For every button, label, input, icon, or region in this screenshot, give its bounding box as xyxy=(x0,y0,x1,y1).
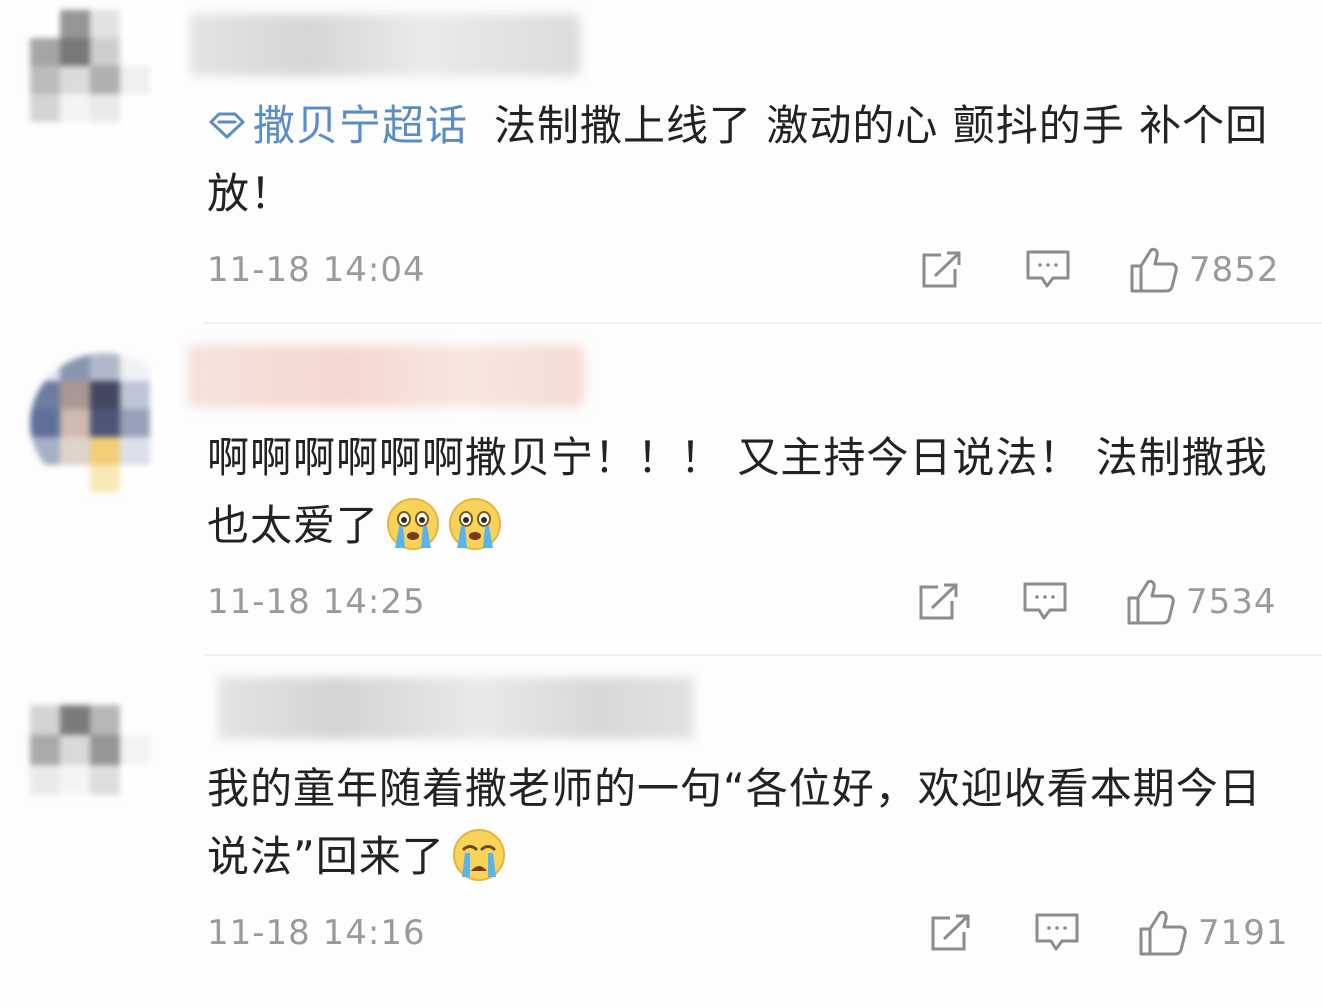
comment-item: 我的童年随着撒老师的一句“各位好，欢迎收看本期今日说法”回来了 11-18 14… xyxy=(0,655,1322,1008)
like-button[interactable]: 7191 xyxy=(1138,908,1289,958)
like-button[interactable]: 7534 xyxy=(1126,577,1277,627)
crying-face-emoji xyxy=(387,497,440,550)
super-topic-diamond-icon xyxy=(209,112,245,138)
comment-icon xyxy=(1035,913,1079,951)
repost-button[interactable] xyxy=(928,908,974,958)
username-blurred[interactable] xyxy=(190,14,580,76)
repost-button[interactable] xyxy=(916,577,962,627)
like-button[interactable]: 7852 xyxy=(1129,245,1280,295)
comment-item: 啊啊啊啊啊啊撒贝宁！！！ 又主持今日说法！ 法制撒我也太爱了 11-18 14:… xyxy=(0,325,1322,656)
timestamp: 11-18 14:25 xyxy=(207,582,426,622)
thumbs-up-icon xyxy=(1127,579,1175,625)
thumbs-up-icon xyxy=(1139,910,1187,956)
crying-face-emoji xyxy=(449,497,502,550)
repost-icon xyxy=(931,914,970,951)
comment-icon xyxy=(1026,250,1070,288)
comment-button[interactable] xyxy=(1022,577,1068,627)
comment-icon xyxy=(1023,582,1067,620)
like-count: 7191 xyxy=(1198,913,1289,953)
comment-text: 撒贝宁超话 法制撒上线了 激动的心 颤抖的手 补个回放！ xyxy=(207,92,1287,228)
comment-meta: 11-18 14:25 7534 xyxy=(207,577,1287,627)
like-count: 7852 xyxy=(1189,250,1280,290)
like-count: 7534 xyxy=(1186,582,1277,622)
divider xyxy=(205,322,1322,324)
comment-text: 啊啊啊啊啊啊撒贝宁！！！ 又主持今日说法！ 法制撒我也太爱了 xyxy=(207,424,1287,560)
comment-button[interactable] xyxy=(1034,908,1080,958)
comment-list: 撒贝宁超话 法制撒上线了 激动的心 颤抖的手 补个回放！ 11-18 14:04 … xyxy=(0,0,1322,1008)
avatar[interactable] xyxy=(30,10,180,150)
comment-text: 我的童年随着撒老师的一句“各位好，欢迎收看本期今日说法”回来了 xyxy=(207,755,1287,891)
comment-meta: 11-18 14:16 7191 xyxy=(207,908,1289,958)
comment-body: 啊啊啊啊啊啊撒贝宁！！！ 又主持今日说法！ 法制撒我也太爱了 xyxy=(207,433,1268,550)
timestamp: 11-18 14:04 xyxy=(207,250,426,290)
crying-face-emoji xyxy=(452,828,505,881)
avatar[interactable] xyxy=(30,353,180,493)
comment-meta: 11-18 14:04 7852 xyxy=(207,245,1287,295)
username-blurred[interactable] xyxy=(218,677,694,739)
comment-item: 撒贝宁超话 法制撒上线了 激动的心 颤抖的手 补个回放！ 11-18 14:04 … xyxy=(0,0,1322,325)
thumbs-up-icon xyxy=(1130,247,1178,293)
avatar[interactable] xyxy=(30,705,150,795)
comment-button[interactable] xyxy=(1025,245,1071,295)
super-topic-link[interactable]: 撒贝宁超话 xyxy=(207,101,468,150)
username-blurred[interactable] xyxy=(188,345,584,407)
timestamp: 11-18 14:16 xyxy=(207,913,426,953)
repost-button[interactable] xyxy=(919,245,965,295)
repost-icon xyxy=(922,251,961,288)
comment-body: 我的童年随着撒老师的一句“各位好，欢迎收看本期今日说法”回来了 xyxy=(207,764,1262,881)
repost-icon xyxy=(919,583,958,620)
